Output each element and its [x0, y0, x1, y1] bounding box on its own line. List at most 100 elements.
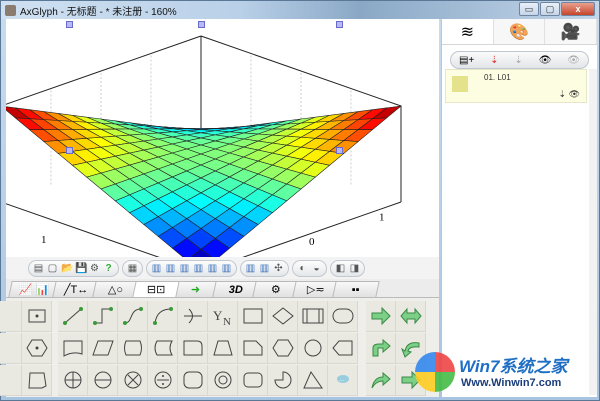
shape-divide-circle[interactable]: [148, 365, 178, 396]
shape-terminator[interactable]: [328, 301, 358, 332]
center-icon[interactable]: ✣: [273, 263, 284, 274]
yes-no-label-icon: YN: [213, 308, 231, 327]
align-bottom-icon[interactable]: ▥: [221, 263, 232, 274]
shape-jump-line[interactable]: [178, 301, 208, 332]
shape-pie-shape[interactable]: [268, 365, 298, 396]
shape-freeform-shape[interactable]: [22, 365, 52, 396]
settings-icon[interactable]: ⚙: [89, 263, 100, 274]
hide-disabled-icon[interactable]: 👁: [567, 55, 580, 66]
diamond-icon: [271, 307, 294, 325]
align-middle-icon[interactable]: ▥: [207, 263, 218, 274]
tab-layers-icon[interactable]: ≋: [442, 19, 494, 44]
add-layer-icon[interactable]: ▤+: [459, 55, 474, 66]
shape-line[interactable]: [58, 301, 88, 332]
shape-rectangle[interactable]: [238, 301, 268, 332]
move-down-icon[interactable]: ⇣: [490, 55, 498, 66]
group-icon[interactable]: ◧: [335, 263, 346, 274]
shape-stored-data[interactable]: [118, 333, 148, 364]
surface-plot[interactable]: 10.50-0.50110: [6, 19, 439, 257]
palette-tab[interactable]: ⊟⊡: [132, 281, 181, 297]
eye-icon[interactable]: ⇣ 👁: [559, 89, 580, 100]
line-icon: [62, 307, 83, 325]
shape-predefined-process[interactable]: [298, 301, 328, 332]
shape-callout[interactable]: ...: [328, 365, 358, 396]
tab-palette-icon[interactable]: 🎨: [493, 19, 546, 44]
shape-rounded-corner-rect[interactable]: [178, 333, 208, 364]
shape-rounded-square[interactable]: [238, 365, 268, 396]
app-icon: [5, 4, 16, 16]
show-icon[interactable]: 👁: [539, 55, 552, 66]
selection-handle[interactable]: [66, 21, 73, 28]
parallelogram-icon: [91, 340, 114, 356]
distribute-v-icon[interactable]: ▥: [259, 263, 270, 274]
shape-donut[interactable]: [208, 365, 238, 396]
tab-camera-icon[interactable]: 🎥: [545, 19, 598, 44]
svg-text:Y: Y: [213, 308, 223, 323]
flip-h-icon[interactable]: ◐: [297, 263, 308, 274]
title-bar[interactable]: AxGlyph - 无标题 - * 未注册 - 160% ▭ ▢ x: [1, 1, 599, 19]
shape-partial[interactable]: [0, 333, 22, 364]
palette-tab-label: ➜: [191, 284, 201, 296]
shape-summing-junction[interactable]: [58, 365, 88, 396]
move-down-disabled-icon[interactable]: ⇣: [514, 55, 522, 66]
vertical-scrollbar[interactable]: [589, 69, 597, 395]
minimize-button[interactable]: ▭: [519, 2, 539, 16]
windows-logo: [415, 352, 455, 392]
jump-line-icon: [183, 308, 202, 324]
arc-connector-icon: [152, 307, 173, 325]
shape-hexagon[interactable]: [268, 333, 298, 364]
shape-diamond[interactable]: [268, 301, 298, 332]
shape-elbow-connector[interactable]: [88, 301, 118, 332]
drawing-canvas[interactable]: 10.50-0.50110: [6, 19, 439, 257]
palette-tab[interactable]: ▪▪: [332, 281, 381, 297]
selection-handle[interactable]: [198, 21, 205, 28]
distribute-h-icon[interactable]: ▥: [245, 263, 256, 274]
triangle-icon: [302, 370, 323, 389]
toolbar-group: ▥ ▥ ✣: [240, 259, 289, 277]
selection-handle[interactable]: [66, 147, 73, 154]
shape-circle[interactable]: [298, 333, 328, 364]
layer-color-swatch[interactable]: [452, 76, 468, 92]
open-icon[interactable]: 📂: [61, 263, 73, 274]
shape-minus-circle[interactable]: [88, 365, 118, 396]
shape-yes-no-label[interactable]: YN: [208, 301, 238, 332]
shape-arc-connector[interactable]: [148, 301, 178, 332]
bent-arrow-icon: [372, 338, 391, 357]
shape-partial[interactable]: [0, 301, 22, 332]
right-arrow-icon: [371, 306, 391, 326]
maximize-button[interactable]: ▢: [540, 2, 560, 16]
align-left-icon[interactable]: ▥: [151, 263, 162, 274]
watermark-url: Www.Winwin7.com: [461, 377, 562, 389]
shape-frame-shape[interactable]: [22, 301, 52, 332]
shape-right-arrow[interactable]: [366, 301, 396, 332]
shape-bent-arrow[interactable]: [366, 333, 396, 364]
menu-icon[interactable]: ▤: [33, 263, 44, 274]
ungroup-icon[interactable]: ◨: [349, 263, 360, 274]
shape-curved-connector[interactable]: [118, 301, 148, 332]
shape-trapezoid[interactable]: [208, 333, 238, 364]
shape-display[interactable]: [328, 333, 358, 364]
save-icon[interactable]: 💾: [75, 263, 87, 274]
shape-partial[interactable]: [0, 365, 22, 396]
shape-double-arrow[interactable]: [396, 301, 426, 332]
help-icon[interactable]: ?: [103, 263, 114, 274]
new-icon[interactable]: ▢: [47, 263, 58, 274]
shape-rounded-rect[interactable]: [178, 365, 208, 396]
layer-item[interactable]: 01. L01 ⇣ 👁: [445, 69, 587, 103]
close-button[interactable]: x: [561, 2, 595, 16]
shape-curved-up-arrow[interactable]: [366, 365, 396, 396]
align-top-icon[interactable]: ▥: [193, 263, 204, 274]
shape-snipped-rect[interactable]: [238, 333, 268, 364]
selection-handle[interactable]: [336, 147, 343, 154]
shape-parallelogram[interactable]: [88, 333, 118, 364]
shape-or-circle[interactable]: [118, 365, 148, 396]
align-right-icon[interactable]: ▥: [179, 263, 190, 274]
shape-direct-data[interactable]: [148, 333, 178, 364]
selection-handle[interactable]: [336, 21, 343, 28]
flip-v-icon[interactable]: ◒: [311, 263, 322, 274]
shape-document[interactable]: [58, 333, 88, 364]
grid-icon[interactable]: ▦: [127, 263, 138, 274]
shape-hexagon-frame[interactable]: [22, 333, 52, 364]
align-center-icon[interactable]: ▥: [165, 263, 176, 274]
shape-triangle[interactable]: [298, 365, 328, 396]
